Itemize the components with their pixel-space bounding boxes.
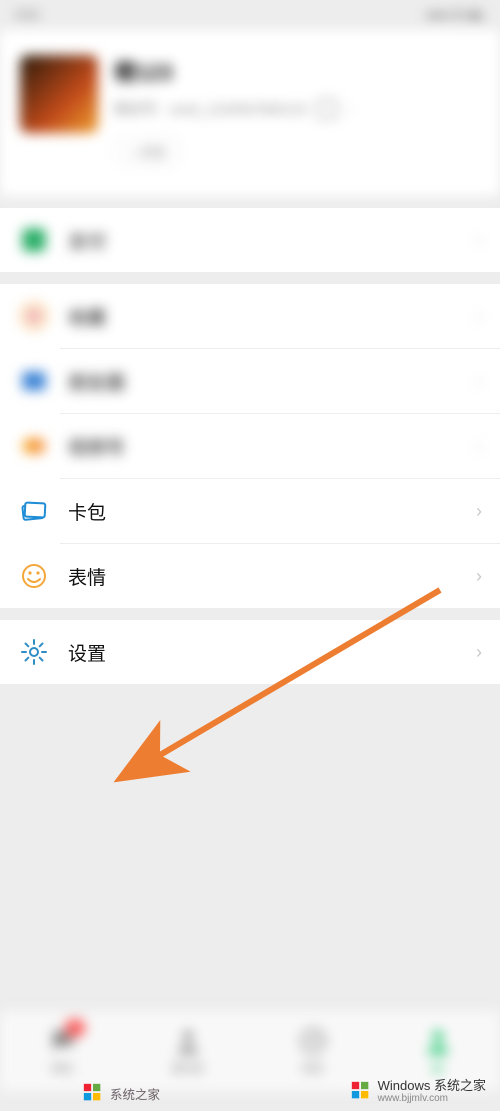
watermark-left-text: 系统之家 <box>110 1084 160 1103</box>
chevron-right-icon: › <box>347 101 352 117</box>
menu-label: 视频号 <box>68 433 125 460</box>
menu-item-moments[interactable]: 朋友圈 › <box>0 349 500 413</box>
menu-item-settings[interactable]: 设置 › <box>0 620 500 684</box>
menu-item-stickers[interactable]: 表情 › <box>0 544 500 608</box>
watermark-left: 系统之家 <box>82 1082 160 1104</box>
watermark-right-title: Windows 系统之家 <box>378 1079 486 1093</box>
profile-wxid: 微信号：wxid_1234567890123 <box>114 99 307 119</box>
tab-contacts[interactable]: 通讯录 <box>125 1011 250 1091</box>
watermark-right-url: www.bjjmlv.com <box>378 1093 486 1104</box>
chevron-right-icon: › <box>476 371 482 392</box>
favorites-icon <box>20 302 48 330</box>
avatar[interactable] <box>20 55 98 133</box>
chevron-right-icon: › <box>476 566 482 587</box>
chevron-right-icon: › <box>476 501 482 522</box>
menu-label: 设置 <box>68 639 106 666</box>
chevron-right-icon: › <box>476 306 482 327</box>
status-time: 9:41 <box>16 8 39 22</box>
profile-card[interactable]: 橙123 微信号：wxid_1234567890123 › + 状态 <box>0 30 500 196</box>
tab-label: 通讯录 <box>171 1060 204 1076</box>
tab-label: 微信 <box>52 1060 74 1076</box>
badge-count: 1 <box>65 1019 85 1037</box>
status-signal: ●●● 5G ▮▯ <box>426 8 484 22</box>
gear-icon <box>20 638 48 666</box>
menu-label: 表情 <box>68 563 106 590</box>
profile-nickname: 橙123 <box>114 55 352 87</box>
profile-status-tag[interactable]: + 状态 <box>114 137 181 166</box>
tab-chats[interactable]: 1 微信 <box>0 1011 125 1091</box>
channels-icon <box>20 432 48 460</box>
stickers-icon <box>20 562 48 590</box>
watermark-right: Windows 系统之家 www.bjjmlv.com <box>350 1079 486 1104</box>
menu-item-pay[interactable]: 支付 › <box>0 208 500 272</box>
watermark-logo-icon <box>350 1080 372 1102</box>
menu-item-channels[interactable]: 视频号 › <box>0 414 500 478</box>
qr-icon[interactable] <box>317 99 337 119</box>
tab-label: 我 <box>432 1060 443 1076</box>
chevron-right-icon: › <box>476 436 482 457</box>
chevron-right-icon: › <box>476 642 482 663</box>
menu-item-cards[interactable]: 卡包 › <box>0 479 500 543</box>
tab-label: 发现 <box>302 1060 324 1076</box>
pay-icon <box>20 226 48 254</box>
menu-label: 卡包 <box>68 498 106 525</box>
moments-icon <box>20 367 48 395</box>
watermark-logo-icon <box>82 1082 104 1104</box>
cards-icon <box>20 497 48 525</box>
status-bar: 9:41 ●●● 5G ▮▯ <box>0 0 500 30</box>
menu-label: 收藏 <box>68 303 106 330</box>
menu-item-favorites[interactable]: 收藏 › <box>0 284 500 348</box>
menu-label: 朋友圈 <box>68 368 125 395</box>
chevron-right-icon: › <box>476 230 482 251</box>
menu-label: 支付 <box>68 227 106 254</box>
